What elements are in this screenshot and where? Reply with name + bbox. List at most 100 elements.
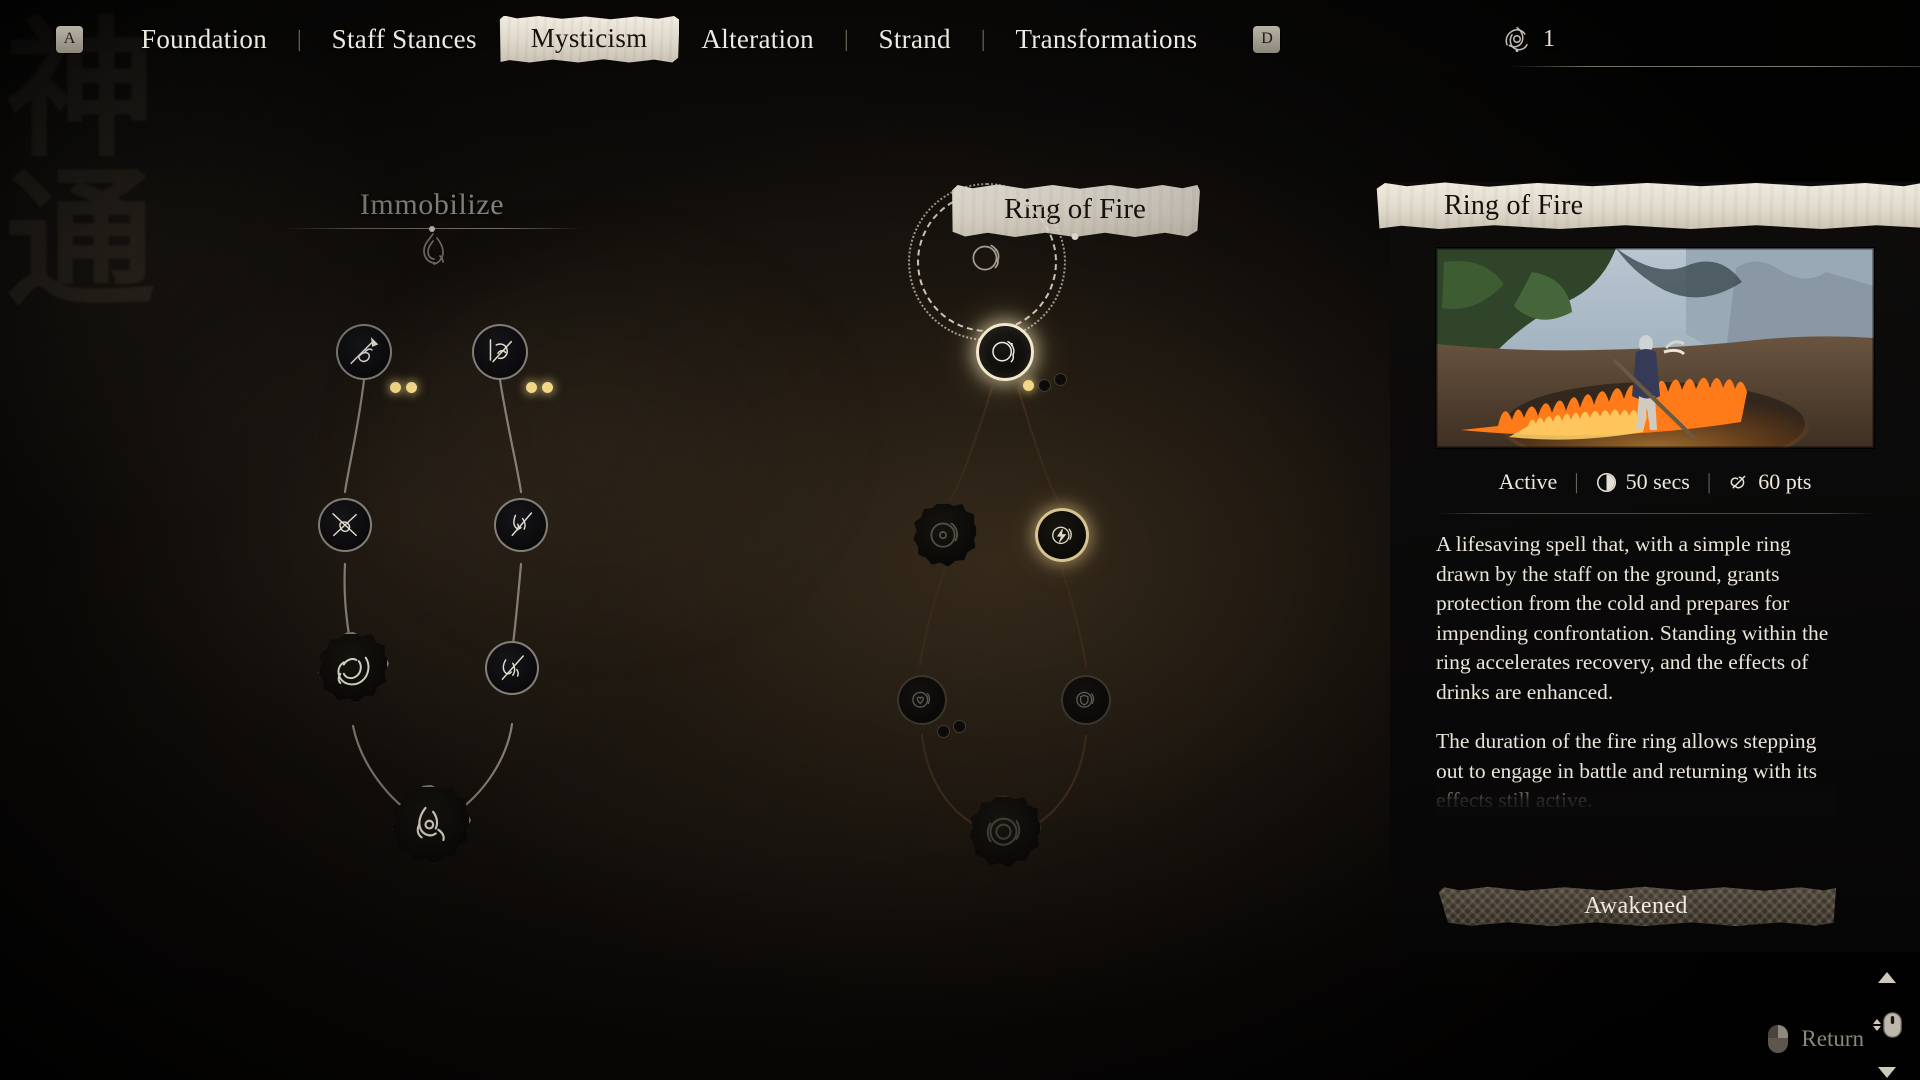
mouse-wheel-icon [1872, 1012, 1902, 1038]
tab-separator: | [843, 26, 849, 51]
skill-description: A lifesaving spell that, with a simple r… [1436, 530, 1836, 816]
tree-title-underline [282, 228, 582, 229]
skill-node-pips [526, 382, 553, 393]
ring-of-fire-icon [992, 341, 1015, 363]
spirit-currency: 1 [1500, 22, 1920, 67]
chevron-down-icon[interactable] [1878, 1067, 1896, 1078]
skill-tree-ring-of-fire: Ring of Fire [760, 0, 1400, 1080]
panel-title: Ring of Fire [1444, 189, 1584, 221]
skill-node-fire-heart[interactable] [897, 675, 947, 725]
skill-tree-screen: 神通 A Foundation | Staff Stances Mysticis… [0, 0, 1920, 1080]
stat-cost-label: 60 pts [1758, 469, 1812, 494]
top-navigation-bar: A Foundation | Staff Stances Mysticism A… [0, 0, 1920, 78]
flame-wisp-icon [423, 233, 444, 265]
skill-node-fire-bolt[interactable] [1035, 508, 1089, 562]
stat-state: Active [1499, 469, 1558, 495]
coiled-serpent-icon [337, 656, 370, 686]
stat-separator: | [1574, 469, 1579, 494]
immobilize-seal-icon [417, 807, 446, 842]
skill-node-pips [1023, 374, 1066, 391]
spirit-underline [1510, 66, 1920, 67]
pip [1055, 374, 1066, 385]
mouse-right-click-icon [1768, 1025, 1789, 1053]
fire-heart-icon [912, 691, 931, 709]
panel-header: Ring of Fire [1376, 182, 1920, 229]
mouse-body-icon [1882, 1012, 1902, 1038]
tab-separator: | [980, 26, 986, 51]
footer-return-hint[interactable]: Return [1767, 1024, 1864, 1054]
footer-return-label: Return [1801, 1026, 1864, 1051]
stat-duration: 50 secs [1596, 469, 1690, 495]
skill-node-coiled-serpent[interactable] [317, 632, 389, 704]
stat-duration-label: 50 secs [1625, 469, 1690, 494]
pip [526, 382, 537, 393]
scroll-direction-indicator [1872, 1019, 1881, 1031]
fire-ring-sigil-icon [930, 522, 958, 548]
pip [406, 382, 417, 393]
prev-tab-key-badge[interactable]: A [56, 25, 83, 53]
chevron-up-icon[interactable] [1878, 972, 1896, 983]
mini-chevron-down-icon [1872, 1026, 1881, 1031]
tree-title-label: Immobilize [359, 188, 505, 221]
panel-divider [1436, 513, 1874, 514]
tab-staff-stances[interactable]: Staff Stances [310, 18, 499, 61]
description-paragraph-1: A lifesaving spell that, with a simple r… [1436, 532, 1829, 704]
staff-flame-thrust-icon [501, 655, 524, 680]
tree-title-immobilize: Immobilize [282, 188, 582, 229]
next-tab-key-badge[interactable]: D [1253, 25, 1281, 53]
skill-node-ring-of-fire[interactable] [976, 323, 1034, 381]
tree-title-dot [1071, 233, 1079, 240]
tab-separator: | [297, 26, 302, 51]
awakened-button[interactable]: Awakened [1438, 886, 1836, 926]
skill-node-staff-spin[interactable] [472, 324, 528, 380]
description-scroll-control[interactable] [1870, 972, 1904, 1078]
stat-cost: 60 pts [1728, 469, 1811, 495]
tab-strand[interactable]: Strand [857, 18, 973, 61]
ring-of-fire-ghost-icon [972, 244, 1000, 271]
fire-vortex-seal-icon [987, 817, 1021, 847]
skill-node-cross-strike[interactable] [318, 498, 372, 552]
skill-node-fire-vortex-seal[interactable] [968, 795, 1042, 869]
tab-foundation[interactable]: Foundation [119, 18, 289, 61]
pip [390, 382, 401, 393]
skill-node-immobilize-seal[interactable] [391, 785, 471, 865]
pip [1039, 380, 1050, 391]
staff-thrust-icon [350, 337, 379, 365]
skill-node-flame-slash[interactable] [494, 498, 548, 552]
staff-flame-slash-icon [511, 512, 533, 537]
fire-shield-icon [1076, 691, 1095, 709]
skill-tree-immobilize: Immobilize [0, 0, 760, 1080]
skill-links-immobilize [343, 378, 523, 824]
tab-alteration[interactable]: Alteration [679, 18, 835, 61]
preview-illustration [1436, 248, 1874, 448]
pip [542, 382, 553, 393]
stat-separator: | [1706, 469, 1712, 494]
mini-chevron-up-icon [1872, 1019, 1881, 1024]
staff-spin-icon [490, 339, 513, 363]
tab-mysticism[interactable]: Mysticism [500, 16, 680, 63]
triquetra-knot-icon [1505, 26, 1528, 53]
fire-bolt-icon [1051, 526, 1072, 544]
pip [1023, 380, 1034, 391]
skill-preview-image [1436, 248, 1874, 448]
staff-cross-strike-icon [332, 513, 357, 537]
skill-node-staff-thrust[interactable] [336, 324, 392, 380]
stat-state-label: Active [1498, 469, 1558, 494]
clock-icon [1596, 472, 1616, 492]
skill-node-flame-thrust[interactable] [485, 641, 539, 695]
tab-list: Foundation | Staff Stances Mysticism Alt… [119, 16, 1219, 63]
skill-stats-row: Active | 50 secs | 60 pts [1390, 469, 1920, 495]
pip [954, 721, 965, 732]
pip [938, 726, 949, 737]
skill-node-fire-ring-sigil[interactable] [912, 502, 978, 568]
skill-node-pips [938, 721, 965, 737]
spirit-count: 1 [1543, 25, 1555, 52]
tree-title-banner: Ring of Fire [952, 185, 1200, 237]
skill-node-fire-shield[interactable] [1061, 675, 1111, 725]
tab-transformations[interactable]: Transformations [993, 18, 1219, 61]
tree-title-ring-of-fire: Ring of Fire [835, 184, 1315, 240]
skill-detail-panel: Ring of Fire Active | 50 secs | 60 pts A… [1376, 182, 1920, 1078]
skill-node-pips [390, 382, 417, 393]
mana-icon [1730, 475, 1746, 489]
description-paragraph-2: The duration of the fire ring allows ste… [1436, 729, 1817, 812]
